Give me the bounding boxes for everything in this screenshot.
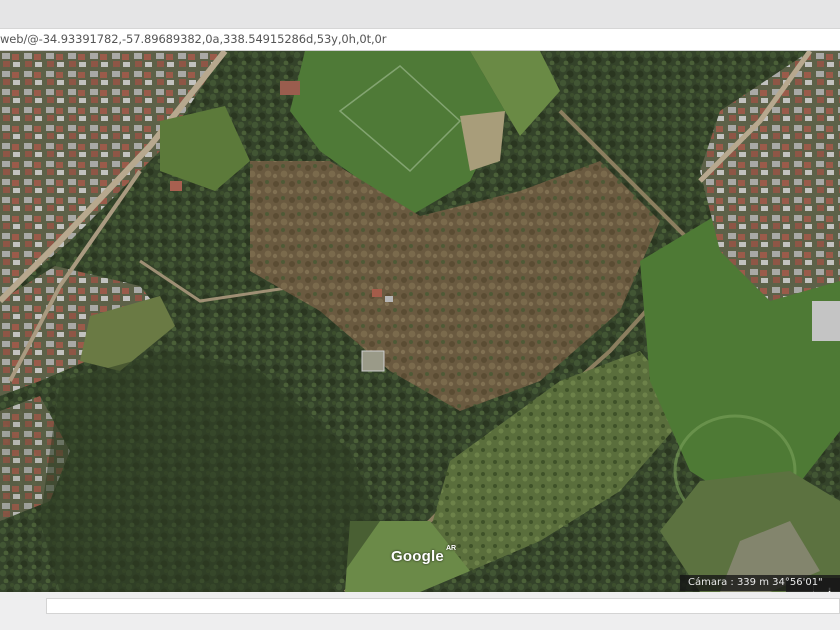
satellite-map[interactable]: − + [0, 51, 840, 592]
browser-top-strip [0, 0, 840, 28]
bottom-panel [46, 598, 840, 614]
camera-readout: Cámara : 339 m 34°56'01" [680, 575, 840, 591]
satellite-imagery [0, 51, 840, 592]
google-logo-superscript: AR [446, 545, 457, 552]
address-bar[interactable]: web/@-34.93391782,-57.89689382,0a,338.54… [0, 28, 840, 51]
address-url[interactable]: web/@-34.93391782,-57.89689382,0a,338.54… [0, 32, 387, 46]
google-logo: Google [391, 548, 444, 565]
